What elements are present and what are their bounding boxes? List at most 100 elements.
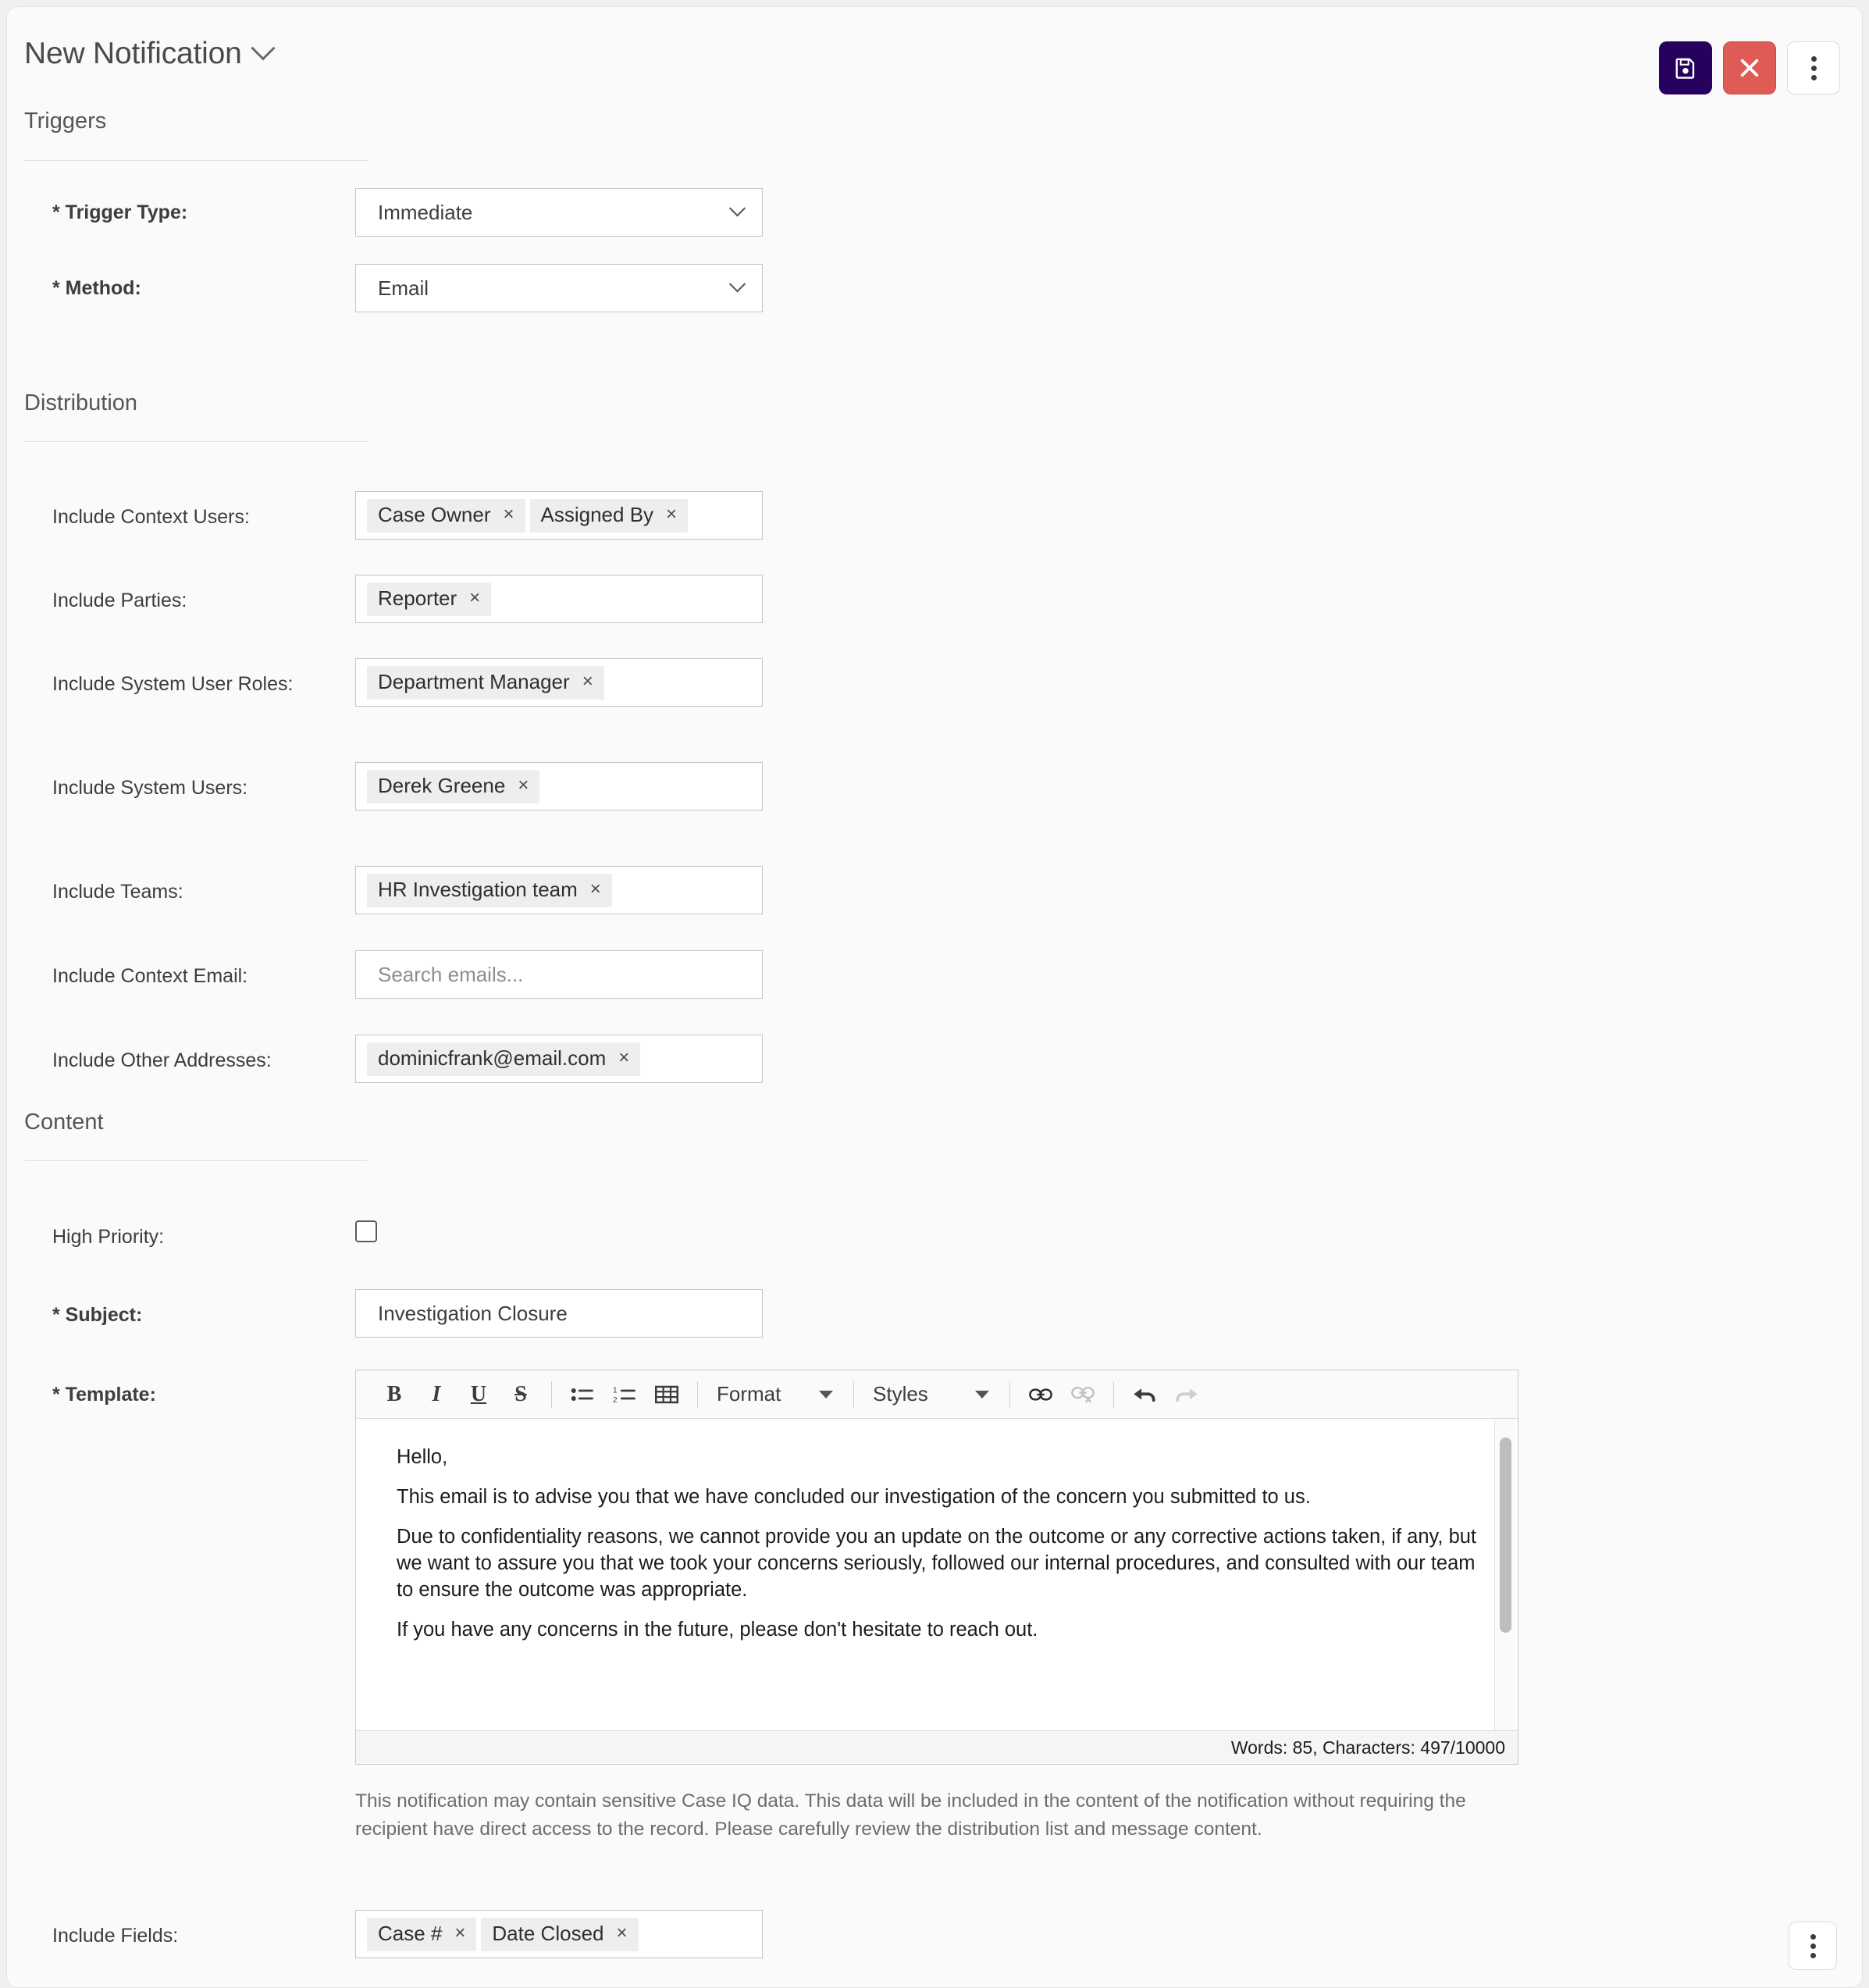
include-fields-label: Include Fields: (52, 1925, 179, 1947)
teams-label: Include Teams: (52, 881, 183, 903)
high-priority-checkbox[interactable] (355, 1220, 377, 1242)
chip[interactable]: dominicfrank@email.com × (367, 1042, 641, 1076)
chip[interactable]: Derek Greene × (367, 769, 540, 803)
editor-status-bar: Words: 85, Characters: 497/10000 (356, 1731, 1518, 1764)
method-select[interactable]: Email (355, 264, 763, 312)
strikethrough-button[interactable]: S (500, 1375, 542, 1414)
format-label: Format (717, 1382, 781, 1405)
bold-button[interactable]: B (373, 1375, 415, 1414)
context-email-input[interactable]: Search emails... (355, 950, 763, 999)
subject-label: * Subject: (52, 1304, 143, 1326)
italic-button[interactable]: I (415, 1375, 457, 1414)
chip-remove-icon[interactable]: × (454, 1924, 465, 1943)
page-header: New Notification (7, 7, 1862, 101)
close-button[interactable] (1723, 41, 1776, 94)
table-button[interactable] (646, 1375, 688, 1414)
styles-dropdown[interactable]: Styles (863, 1375, 1000, 1414)
table-icon (655, 1385, 678, 1403)
editor-toolbar: B I U S 1 2 Format Styles (356, 1370, 1518, 1419)
editor-scrollbar-thumb[interactable] (1500, 1438, 1511, 1633)
system-user-roles-label: Include System User Roles: (52, 673, 294, 695)
system-user-roles-input[interactable]: Department Manager × (355, 658, 763, 707)
link-icon (1029, 1388, 1052, 1401)
editor-paragraph: If you have any concerns in the future, … (397, 1619, 1038, 1641)
chip-remove-icon[interactable]: × (469, 589, 480, 607)
chip-remove-icon[interactable]: × (666, 505, 677, 524)
chip[interactable]: Case # × (367, 1917, 477, 1951)
template-editor-body[interactable]: Hello, This email is to advise you that … (356, 1419, 1518, 1731)
link-button[interactable] (1020, 1375, 1062, 1414)
section-title-content: Content (24, 1110, 104, 1135)
context-users-input[interactable]: Case Owner × Assigned By × (355, 491, 763, 540)
bulleted-list-icon (571, 1388, 593, 1401)
editor-paragraph: Hello, (397, 1446, 448, 1468)
editor-paragraph: Due to confidentiality reasons, we canno… (397, 1526, 1477, 1601)
chip-remove-icon[interactable]: × (518, 776, 529, 795)
include-fields-input[interactable]: Case # × Date Closed × (355, 1910, 763, 1958)
word-character-count: Words: 85, Characters: 497/10000 (1230, 1737, 1505, 1758)
parties-label: Include Parties: (52, 590, 187, 611)
footer-more-button[interactable] (1789, 1922, 1837, 1970)
chevron-down-icon (728, 275, 746, 292)
svg-text:1: 1 (613, 1386, 618, 1395)
chip[interactable]: Date Closed × (481, 1917, 639, 1951)
bulleted-list-button[interactable] (561, 1375, 603, 1414)
chip[interactable]: Case Owner × (367, 498, 525, 533)
toolbar-divider (1113, 1381, 1114, 1408)
chip[interactable]: Department Manager × (367, 665, 604, 700)
editor-scrollbar[interactable] (1494, 1419, 1515, 1730)
chip-remove-icon[interactable]: × (590, 880, 601, 899)
section-title-distribution: Distribution (24, 390, 138, 415)
chip-label: Department Manager (378, 669, 570, 693)
chip-remove-icon[interactable]: × (618, 1049, 629, 1067)
subject-input[interactable]: Investigation Closure (355, 1289, 763, 1338)
subject-value: Investigation Closure (378, 1301, 568, 1325)
sensitive-data-notice: This notification may contain sensitive … (355, 1790, 1466, 1840)
save-button[interactable] (1659, 41, 1712, 94)
toolbar-divider (1009, 1381, 1010, 1408)
caret-down-icon (819, 1390, 833, 1398)
page-title: New Notification (24, 37, 242, 70)
trigger-type-value: Immediate (378, 200, 473, 224)
trigger-type-select[interactable]: Immediate (355, 188, 763, 237)
template-editor: B I U S 1 2 Format Styles Hello, This em… (355, 1370, 1518, 1765)
template-label: * Template: (52, 1384, 156, 1405)
chevron-down-icon[interactable] (251, 36, 276, 61)
chip-label: dominicfrank@email.com (378, 1046, 607, 1070)
undo-arrow-icon (1134, 1388, 1155, 1402)
parties-input[interactable]: Reporter × (355, 575, 763, 623)
format-dropdown[interactable]: Format (707, 1375, 844, 1414)
save-floppy-icon (1675, 58, 1695, 79)
styles-label: Styles (873, 1382, 928, 1405)
section-divider-content (24, 1160, 368, 1161)
undo-button[interactable] (1123, 1375, 1166, 1414)
svg-text:2: 2 (613, 1396, 618, 1405)
chip-remove-icon[interactable]: × (582, 672, 593, 691)
chip-label: Case # (378, 1921, 443, 1945)
chip-remove-icon[interactable]: × (616, 1924, 627, 1943)
page-title-group[interactable]: New Notification (24, 36, 276, 71)
other-addresses-input[interactable]: dominicfrank@email.com × (355, 1035, 763, 1083)
toolbar-divider (853, 1381, 854, 1408)
chip[interactable]: HR Investigation team × (367, 873, 612, 907)
numbered-list-button[interactable]: 1 2 (603, 1375, 646, 1414)
chip-remove-icon[interactable]: × (504, 505, 514, 524)
chip[interactable]: Assigned By × (529, 498, 689, 533)
chip-label: Reporter (378, 586, 457, 610)
chip[interactable]: Reporter × (367, 582, 492, 616)
teams-input[interactable]: HR Investigation team × (355, 866, 763, 914)
high-priority-label: High Priority: (52, 1226, 165, 1248)
unlink-button[interactable] (1062, 1375, 1104, 1414)
section-divider-triggers (24, 160, 368, 161)
trigger-type-label: * Trigger Type: (52, 201, 188, 223)
underline-button[interactable]: U (457, 1375, 500, 1414)
redo-button[interactable] (1166, 1375, 1208, 1414)
header-more-button[interactable] (1787, 41, 1840, 94)
close-x-icon (1740, 59, 1759, 77)
chip-label: Assigned By (540, 502, 654, 526)
system-users-input[interactable]: Derek Greene × (355, 762, 763, 811)
caret-down-icon (975, 1390, 989, 1398)
system-users-label: Include System Users: (52, 777, 248, 799)
other-addresses-label: Include Other Addresses: (52, 1049, 272, 1071)
chip-label: HR Investigation team (378, 877, 578, 901)
